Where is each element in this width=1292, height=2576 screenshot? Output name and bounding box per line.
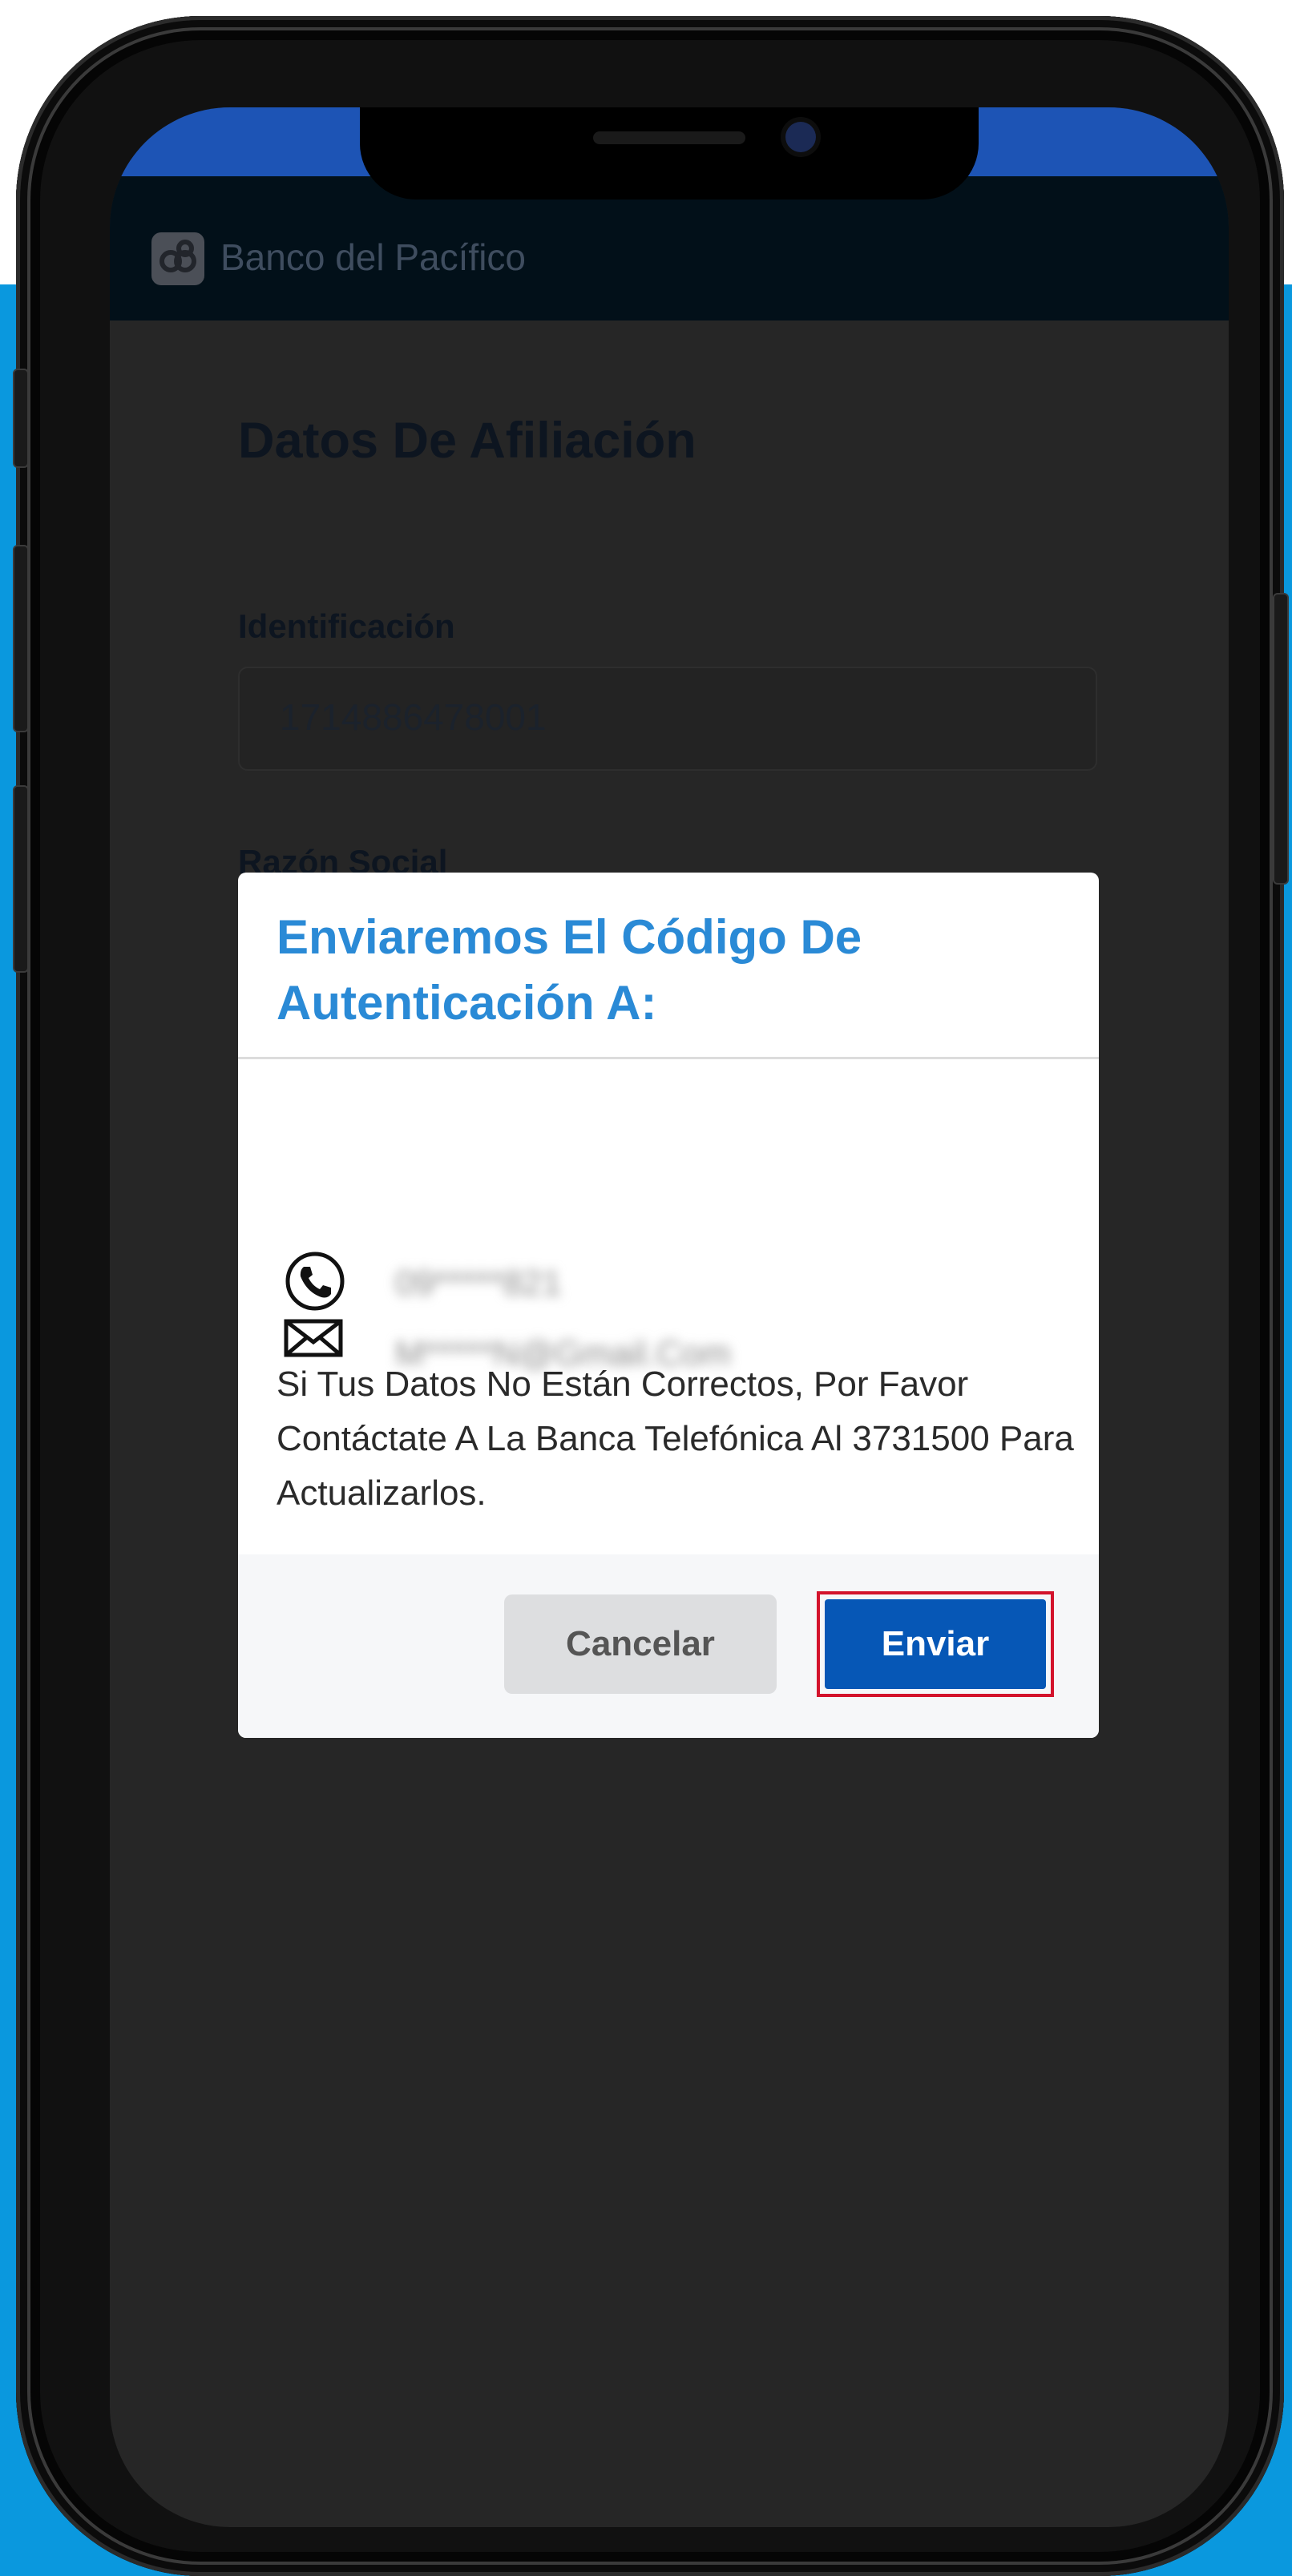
identification-field[interactable]: 1714886478001 xyxy=(238,667,1097,771)
phone-frame: Banco del Pacífico Datos De Afiliación I… xyxy=(13,16,1289,2576)
power-button xyxy=(1273,593,1289,885)
volume-up-button xyxy=(13,545,29,732)
send-button[interactable]: Enviar xyxy=(825,1599,1046,1689)
identification-label: Identificación xyxy=(238,607,455,645)
identification-value: 1714886478001 xyxy=(280,696,547,738)
cancel-button[interactable]: Cancelar xyxy=(504,1594,777,1694)
app-name: Banco del Pacífico xyxy=(220,236,527,278)
notch xyxy=(360,107,979,200)
volume-down-button xyxy=(13,785,29,973)
bank-logo-icon xyxy=(151,232,204,285)
auth-code-dialog: Enviaremos El Código De Autenticación A:… xyxy=(238,873,1099,1738)
dialog-message: Si Tus Datos No Están Correctos, Por Fav… xyxy=(277,1365,1074,1513)
phone-icon xyxy=(283,1249,347,1313)
phone-number: 09*****821 xyxy=(395,1264,562,1303)
speaker-grille xyxy=(593,131,745,144)
screen: Banco del Pacífico Datos De Afiliación I… xyxy=(110,107,1229,2527)
side-button xyxy=(13,369,29,468)
dialog-title: Enviaremos El Código De Autenticación A: xyxy=(277,910,862,1030)
camera-icon xyxy=(785,122,816,152)
dialog-divider xyxy=(238,1057,1099,1059)
send-button-highlight: Enviar xyxy=(817,1591,1054,1697)
page-title: Datos De Afiliación xyxy=(238,413,696,469)
envelope-icon xyxy=(283,1313,347,1361)
dialog-footer: Cancelar Enviar xyxy=(238,1554,1099,1738)
